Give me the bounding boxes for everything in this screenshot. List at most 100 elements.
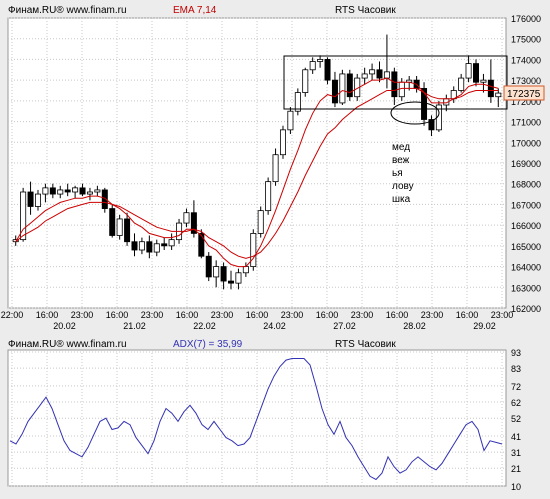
candle-body [383, 71, 390, 79]
adx-y-tick: 10 [511, 482, 521, 492]
annotation-line-4: лову [392, 181, 414, 192]
candle-body [495, 92, 502, 98]
price-x-tick: 16:00 [106, 310, 129, 320]
adx-y-tick: 52 [511, 414, 521, 424]
candle-body [235, 272, 242, 284]
candle-body [72, 187, 79, 193]
price-y-tick: 162000 [511, 304, 541, 314]
candle-body [398, 81, 405, 98]
candle-body [34, 193, 41, 207]
candle-body [257, 210, 264, 234]
price-date-label: 27.02 [333, 321, 356, 331]
candle-body [198, 233, 205, 257]
candle-body [49, 187, 56, 195]
price-x-tick: 16:00 [456, 310, 479, 320]
price-y-tick: 171000 [511, 118, 541, 128]
candle-body [168, 239, 175, 247]
candle-body [220, 266, 227, 282]
price-x-tick: 23:00 [491, 310, 514, 320]
candle-body [146, 241, 153, 253]
candle-body [279, 129, 286, 156]
candle-body [346, 73, 353, 98]
candle-body [272, 154, 279, 183]
candle-body [205, 255, 212, 278]
candle-body [317, 59, 324, 62]
adx-y-tick: 93 [511, 348, 521, 358]
adx-y-tick: 72 [511, 382, 521, 392]
chart-canvas: 1760001750001740001730001720001710001700… [0, 0, 550, 499]
candle-body [487, 79, 494, 98]
candle-body [242, 266, 249, 274]
candle-body [79, 187, 86, 195]
annotation-line-2: веж [392, 155, 410, 166]
candle-body [27, 191, 34, 207]
adx-y-tick: 41 [511, 432, 521, 442]
candle-body [331, 79, 338, 104]
candle-body [324, 59, 331, 81]
candle-body [480, 79, 487, 83]
candle-body [124, 218, 131, 243]
candle-body [309, 61, 316, 71]
candle-body [228, 280, 235, 284]
candle-body [213, 266, 220, 278]
candle-body [294, 92, 301, 112]
price-date-label: 24.02 [263, 321, 286, 331]
last-price-label: 172375 [507, 89, 541, 100]
bottom-source-label: Финам.RU® www.finam.ru [8, 339, 127, 350]
candle-body [57, 189, 64, 195]
price-x-tick: 16:00 [246, 310, 269, 320]
candle-body [465, 63, 472, 79]
price-date-label: 28.02 [403, 321, 426, 331]
top-source-label: Финам.RU® www.finam.ru [8, 5, 127, 16]
bottom-indicator-label: ADX(7) = 35,99 [173, 339, 243, 350]
candle-body [287, 110, 294, 131]
price-y-tick: 163000 [511, 283, 541, 293]
candle-body [473, 63, 480, 83]
price-x-tick: 16:00 [316, 310, 339, 320]
candle-body [265, 181, 272, 212]
price-x-tick: 16:00 [36, 310, 59, 320]
annotation-line-5: шка [392, 194, 411, 205]
price-y-tick: 167000 [511, 200, 541, 210]
adx-y-tick: 62 [511, 398, 521, 408]
candle-body [302, 69, 309, 93]
price-x-tick: 16:00 [386, 310, 409, 320]
bottom-instrument-label: RTS Часовик [335, 339, 396, 350]
candle-body [86, 191, 93, 195]
price-y-tick: 168000 [511, 180, 541, 190]
candle-body [153, 243, 160, 253]
candle-body [339, 73, 346, 104]
price-y-axis: 1760001750001740001730001720001710001700… [511, 14, 541, 314]
price-x-tick: 16:00 [176, 310, 199, 320]
top-indicator-label: EMA 7,14 [173, 5, 217, 16]
annotation-line-1: мед [392, 142, 410, 153]
price-x-tick: 23:00 [211, 310, 234, 320]
price-y-tick: 173000 [511, 76, 541, 86]
adx-y-tick: 83 [511, 364, 521, 374]
candle-body [116, 218, 123, 236]
candle-body [361, 73, 368, 79]
candle-body [109, 208, 116, 236]
candle-body [376, 69, 383, 79]
candle-body [391, 71, 398, 98]
price-x-tick: 23:00 [421, 310, 444, 320]
candle-body [94, 189, 101, 193]
price-y-tick: 164000 [511, 263, 541, 273]
candle-body [161, 243, 168, 247]
candle-body [64, 189, 71, 193]
price-x-tick: 22:00 [1, 310, 24, 320]
candle-body [42, 187, 49, 195]
adx-y-axis: 93 83 72 62 52 41 31 21 10 [511, 348, 521, 492]
candle-body [138, 241, 145, 251]
price-date-label: 22.02 [193, 321, 216, 331]
adx-y-tick: 21 [511, 464, 521, 474]
price-y-tick: 166000 [511, 221, 541, 231]
price-x-tick: 23:00 [71, 310, 94, 320]
price-date-label: 20.02 [53, 321, 76, 331]
candle-body [250, 233, 257, 267]
price-x-tick: 23:00 [351, 310, 374, 320]
annotation-line-3: ья [392, 168, 403, 179]
price-date-label: 29.02 [473, 321, 496, 331]
candle-body [183, 212, 190, 224]
price-y-tick: 175000 [511, 35, 541, 45]
